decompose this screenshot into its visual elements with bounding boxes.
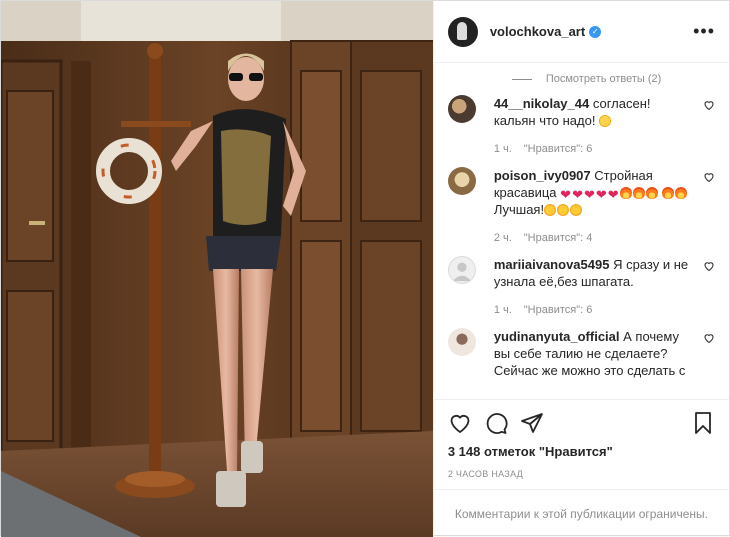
star-eyes-emoji-icon: [544, 204, 557, 216]
post-photo[interactable]: [1, 1, 433, 537]
view-replies-label: Посмотреть ответы (2): [545, 73, 662, 85]
view-replies-link[interactable]: Посмотреть ответы (2): [511, 73, 715, 85]
fire-emoji-icon: [619, 187, 632, 199]
comment-time[interactable]: 2 ч.: [494, 232, 512, 244]
share-icon[interactable]: [520, 411, 544, 435]
default-user-icon: [452, 262, 472, 282]
comment-icon[interactable]: [484, 411, 508, 435]
comment-item: poison_ivy0907 Стройная красавица ❤❤❤❤❤ …: [447, 167, 715, 244]
comment-text: poison_ivy0907 Стройная красавица ❤❤❤❤❤ …: [494, 167, 693, 218]
comment-text: mariiaivanova5495 Я сразу и не узнала её…: [494, 256, 693, 290]
comment-like-heart-icon[interactable]: [703, 171, 715, 183]
commenter-username[interactable]: poison_ivy0907: [494, 168, 591, 183]
heart-emoji-icon: ❤: [607, 187, 619, 202]
comment-body: yudinanyuta_official А почему вы себе та…: [494, 328, 715, 379]
likes-count[interactable]: 3 148 отметок "Нравится": [448, 444, 715, 459]
commenter-username[interactable]: yudinanyuta_official: [494, 329, 620, 344]
fire-emoji-icon: [675, 187, 688, 199]
post-card: volochkova_art ✓ ••• Посмотреть ответы (…: [0, 0, 730, 537]
comment-time[interactable]: 1 ч.: [494, 143, 512, 155]
commenter-avatar[interactable]: [447, 167, 476, 195]
bookmark-icon[interactable]: [691, 411, 715, 435]
star-eyes-emoji-icon: [557, 204, 570, 216]
comments-list: Посмотреть ответы (2) 44__nikolay_44 сог…: [434, 63, 729, 399]
photo-illustration: [1, 1, 433, 537]
comment-meta: 1 ч. "Нравится": 6: [494, 143, 693, 155]
heart-icon[interactable]: [448, 411, 472, 435]
heart-emoji-icon: ❤: [560, 187, 572, 202]
fire-emoji-icon: [645, 187, 658, 199]
comment-likes[interactable]: "Нравится": 4: [524, 232, 593, 244]
commenter-avatar[interactable]: [447, 256, 476, 284]
comment-like-heart-icon[interactable]: [703, 99, 715, 111]
comment-like-heart-icon[interactable]: [703, 332, 715, 344]
comment-meta: 2 ч. "Нравится": 4: [494, 232, 693, 244]
commenter-username[interactable]: mariiaivanova5495: [494, 257, 610, 272]
grin-emoji-icon: [599, 115, 612, 127]
post-side-panel: volochkova_art ✓ ••• Посмотреть ответы (…: [432, 1, 729, 537]
comment-like-heart-icon[interactable]: [703, 260, 715, 272]
commenter-avatar[interactable]: [447, 95, 476, 123]
comment-body: 44__nikolay_44 согласен! кальян что надо…: [494, 95, 715, 155]
comment-time[interactable]: 1 ч.: [494, 304, 512, 316]
commenter-avatar[interactable]: [447, 328, 476, 356]
heart-emoji-icon: ❤: [583, 187, 595, 202]
comment-likes[interactable]: "Нравится": 6: [524, 304, 593, 316]
post-timestamp[interactable]: 2 часов назад: [448, 469, 715, 479]
post-header: volochkova_art ✓ •••: [433, 1, 729, 63]
comment-message-part2: Лучшая!: [493, 202, 545, 217]
comment-likes[interactable]: "Нравится": 6: [524, 143, 593, 155]
author-username[interactable]: volochkova_art: [490, 24, 585, 39]
commenter-username[interactable]: 44__nikolay_44: [494, 96, 589, 111]
action-icons-row: [448, 410, 715, 436]
comment-item: yudinanyuta_official А почему вы себе та…: [447, 328, 715, 379]
comment-text: 44__nikolay_44 согласен! кальян что надо…: [494, 95, 693, 129]
fire-emoji-icon: [632, 187, 645, 199]
comment-body: poison_ivy0907 Стройная красавица ❤❤❤❤❤ …: [494, 167, 715, 244]
comment-meta: 1 ч. "Нравится": 6: [494, 304, 693, 316]
comment-item: mariiaivanova5495 Я сразу и не узнала её…: [447, 256, 715, 316]
more-options-icon[interactable]: •••: [693, 21, 715, 42]
author-avatar[interactable]: [447, 16, 478, 47]
verified-badge-icon: ✓: [589, 25, 602, 38]
replies-divider: [511, 78, 532, 80]
star-eyes-emoji-icon: [570, 204, 583, 216]
comments-restricted-notice: Комментарии к этой публикации ограничены…: [433, 489, 729, 537]
comment-item: 44__nikolay_44 согласен! кальян что надо…: [447, 95, 715, 155]
post-actions: 3 148 отметок "Нравится" 2 часов назад: [433, 399, 729, 479]
comment-text: yudinanyuta_official А почему вы себе та…: [494, 328, 693, 379]
heart-emoji-icon: ❤: [572, 187, 583, 202]
comment-body: mariiaivanova5495 Я сразу и не узнала её…: [494, 256, 715, 316]
fire-emoji-icon: [662, 187, 675, 199]
heart-emoji-icon: ❤: [595, 187, 607, 202]
